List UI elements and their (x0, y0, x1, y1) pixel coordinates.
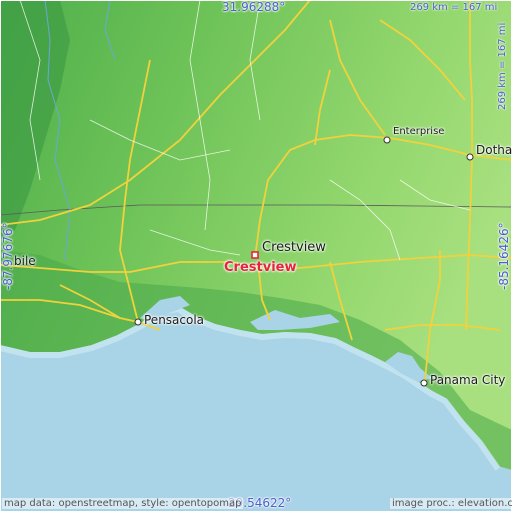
map-canvas (0, 0, 512, 512)
crestview-marker (251, 251, 259, 259)
city-label-crestview: Crestview (262, 240, 326, 255)
highlighted-city-label: Crestview (224, 260, 297, 275)
map-credit-right: image proc.: elevation.city (390, 498, 512, 509)
city-label-mobile: bile (14, 254, 36, 268)
right-longitude-label: -85.16426° (497, 222, 511, 290)
city-label-panama-city: Panama City (430, 373, 506, 387)
horizontal-scale-label: 269 km = 167 mi (410, 2, 498, 13)
panama-city-marker (420, 379, 428, 387)
top-latitude-label: 31.96288° (222, 0, 286, 14)
dothan-marker (466, 153, 474, 161)
map-credit-left: map data: openstreetmap, style: opentopo… (2, 498, 244, 509)
enterprise-marker (383, 136, 391, 144)
vertical-scale-label: 269 km = 167 mi (497, 22, 508, 110)
city-label-enterprise: Enterprise (393, 126, 445, 137)
pensacola-marker (134, 318, 142, 326)
city-label-pensacola: Pensacola (144, 313, 205, 327)
map-view[interactable]: 31.96288° 29.54622° -87.97676° -85.16426… (0, 0, 512, 512)
left-longitude-label: -87.97676° (1, 222, 15, 290)
city-label-dothan: Dotha (476, 143, 512, 157)
